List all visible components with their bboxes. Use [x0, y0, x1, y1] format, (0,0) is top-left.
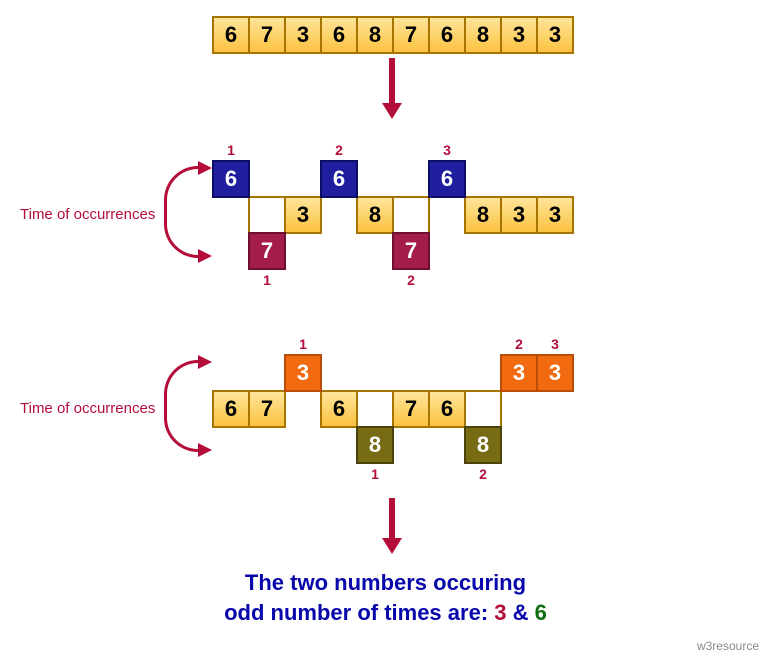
- count-tag: 2: [392, 272, 430, 288]
- array-cell: 7: [248, 232, 286, 270]
- array-cell: [356, 390, 394, 428]
- result-n1: 3: [494, 600, 506, 625]
- input-array-row: 6736876833: [212, 16, 574, 54]
- array-cell: 7: [392, 16, 430, 54]
- array-cell: 8: [464, 196, 502, 234]
- count-tag: 1: [284, 336, 322, 352]
- array-cell: 6: [212, 16, 250, 54]
- count-tag: 3: [428, 142, 466, 158]
- array-cell: 8: [464, 426, 502, 464]
- array-cell: 3: [536, 196, 574, 234]
- array-cell: 7: [248, 16, 286, 54]
- attribution: w3resource: [697, 639, 759, 653]
- array-cell: [248, 196, 286, 234]
- array-cell: 6: [428, 160, 466, 198]
- array-cell: 3: [500, 16, 538, 54]
- count-tag: 3: [536, 336, 574, 352]
- array-cell: 6: [320, 16, 358, 54]
- array-cell: [392, 196, 430, 234]
- result-amp: &: [507, 600, 535, 625]
- result-line1: The two numbers occuring: [245, 570, 526, 595]
- array-cell: 3: [536, 354, 574, 392]
- array-cell: 6: [212, 390, 250, 428]
- occurrence-label-2: Time of occurrences: [20, 400, 155, 417]
- array-cell: 6: [320, 160, 358, 198]
- occurrence-label-1: Time of occurrences: [20, 206, 155, 223]
- array-cell: 8: [356, 426, 394, 464]
- result-text: The two numbers occuring odd number of t…: [0, 568, 771, 627]
- array-cell: 7: [392, 390, 430, 428]
- array-cell: 6: [428, 16, 466, 54]
- array-cell: 6: [212, 160, 250, 198]
- result-line2a: odd number of times are:: [224, 600, 494, 625]
- count-tag: 1: [212, 142, 250, 158]
- array-cell: 8: [356, 16, 394, 54]
- array-cell: 8: [356, 196, 394, 234]
- array-cell: 7: [392, 232, 430, 270]
- array-cell: 3: [500, 354, 538, 392]
- array-cell: 7: [248, 390, 286, 428]
- result-n2: 6: [535, 600, 547, 625]
- count-tag: 2: [500, 336, 538, 352]
- count-tag: 1: [248, 272, 286, 288]
- curve-1: [164, 166, 198, 258]
- array-cell: 3: [536, 16, 574, 54]
- curve-2: [164, 360, 198, 452]
- array-cell: 3: [284, 16, 322, 54]
- count-tag: 2: [320, 142, 358, 158]
- group1-base-row: 63686833: [212, 196, 574, 234]
- count-tag: 2: [464, 466, 502, 482]
- array-cell: 6: [428, 390, 466, 428]
- array-cell: 3: [284, 354, 322, 392]
- count-tag: 1: [356, 466, 394, 482]
- array-cell: 8: [464, 16, 502, 54]
- array-cell: 6: [320, 390, 358, 428]
- array-cell: 3: [284, 196, 322, 234]
- group2-base-row: 67367633: [212, 390, 574, 428]
- array-cell: [464, 390, 502, 428]
- array-cell: 3: [500, 196, 538, 234]
